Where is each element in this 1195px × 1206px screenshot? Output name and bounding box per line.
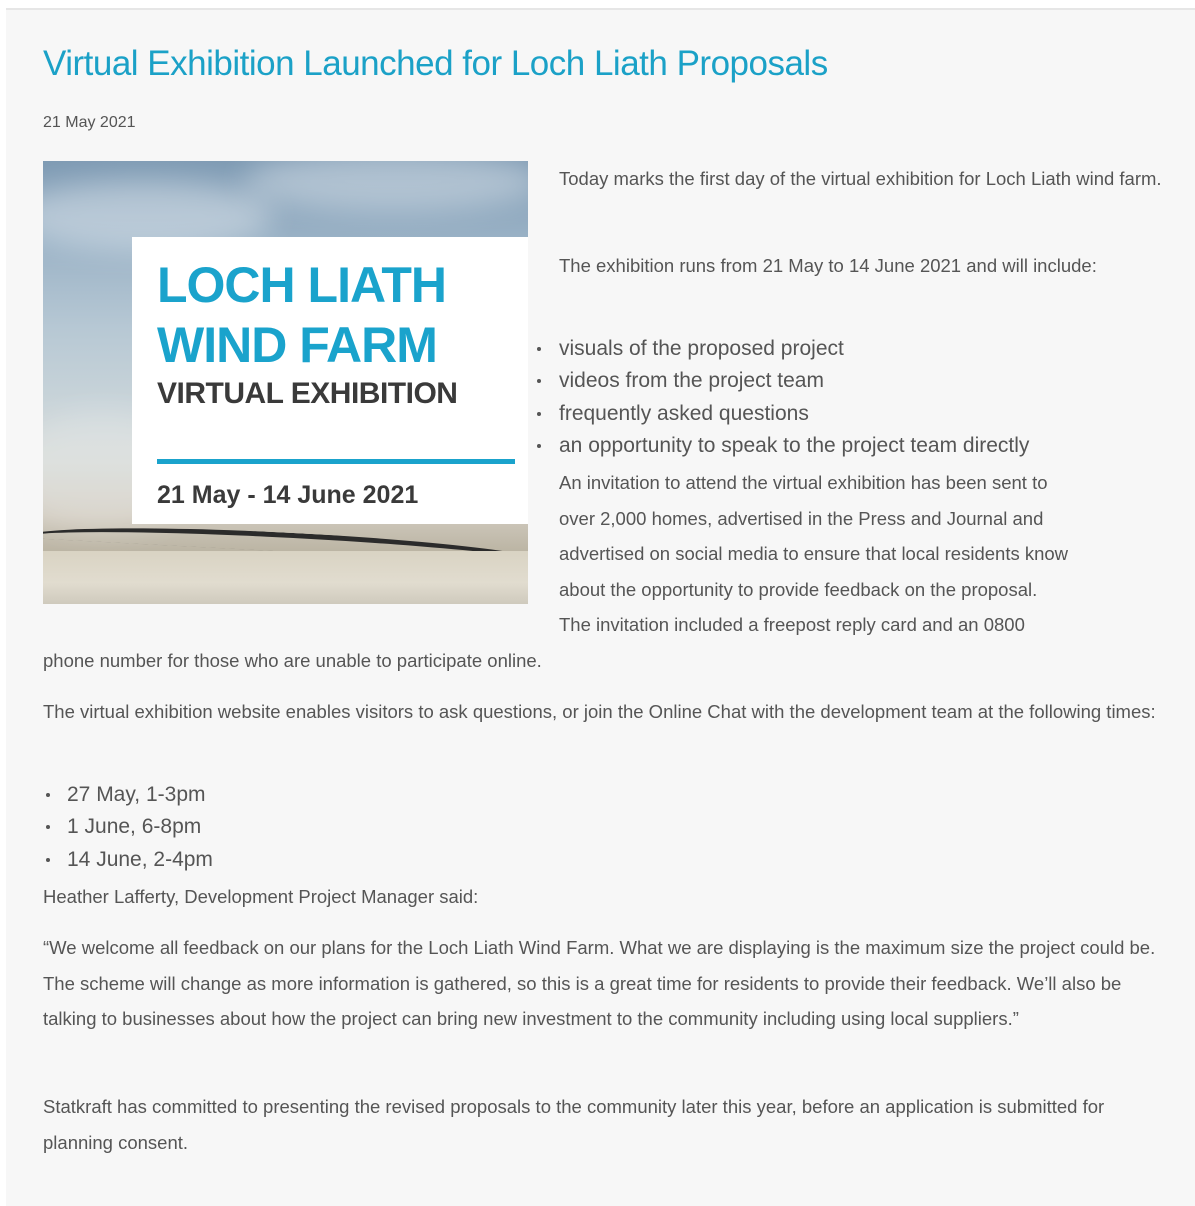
quote-paragraph: “We welcome all feedback on our plans fo… [43,937,1156,1029]
landscape-ground [43,551,528,604]
banner-divider [157,459,515,464]
list-item: 27 May, 1-3pm [46,779,213,811]
intro-paragraph: Today marks the first day of the virtual… [559,168,1162,189]
exhibition-includes-list: visuals of the proposed project videos f… [537,333,1029,463]
list-item: 1 June, 6-8pm [46,811,213,843]
invitation-line: over 2,000 homes, advertised in the Pres… [559,507,1044,529]
banner-heading-line2: WIND FARM [157,317,438,373]
invitation-line: An invitation to attend the virtual exhi… [559,472,1048,493]
article-date: 21 May 2021 [43,114,136,131]
exhibition-banner-image: LOCH LIATH WIND FARM VIRTUAL EXHIBITION … [43,161,528,604]
exhibition-runs-paragraph: The exhibition runs from 21 May to 14 Ju… [559,255,1097,276]
banner-text-panel: LOCH LIATH WIND FARM VIRTUAL EXHIBITION … [132,237,528,524]
invitation-line: advertised on social media to ensure tha… [559,543,1069,564]
banner-subtitle: VIRTUAL EXHIBITION [157,377,458,410]
closing-paragraph: Statkraft has committed to presenting th… [43,1096,1105,1153]
list-item: 14 June, 2-4pm [46,844,213,876]
bullet-icon [537,379,541,384]
online-chat-paragraph: The virtual exhibition website enables v… [43,701,1156,722]
invitation-line: The invitation included a freepost reply… [559,614,1025,635]
bullet-icon [46,793,50,797]
bullet-icon [537,444,541,449]
banner-heading-line1: LOCH LIATH [157,257,447,313]
bullet-icon [537,411,541,416]
list-item: videos from the project team [537,365,1029,397]
list-item: visuals of the proposed project [537,333,1029,365]
article-title[interactable]: Virtual Exhibition Launched for Loch Lia… [43,42,828,86]
bullet-icon [46,857,50,862]
article-container: Virtual Exhibition Launched for Loch Lia… [6,8,1195,1206]
list-item: frequently asked questions [537,398,1029,430]
banner-dates: 21 May - 14 June 2021 [157,481,419,509]
quote-attribution: Heather Lafferty, Development Project Ma… [43,886,479,907]
bullet-icon [46,825,50,830]
chat-times-list: 27 May, 1-3pm 1 June, 6-8pm 14 June, 2-4… [46,779,213,876]
invitation-line: phone number for those who are unable to… [43,649,542,671]
invitation-line: about the opportunity to provide feedbac… [559,578,1038,600]
list-item: an opportunity to speak to the project t… [537,430,1029,462]
bullet-icon [537,347,541,351]
